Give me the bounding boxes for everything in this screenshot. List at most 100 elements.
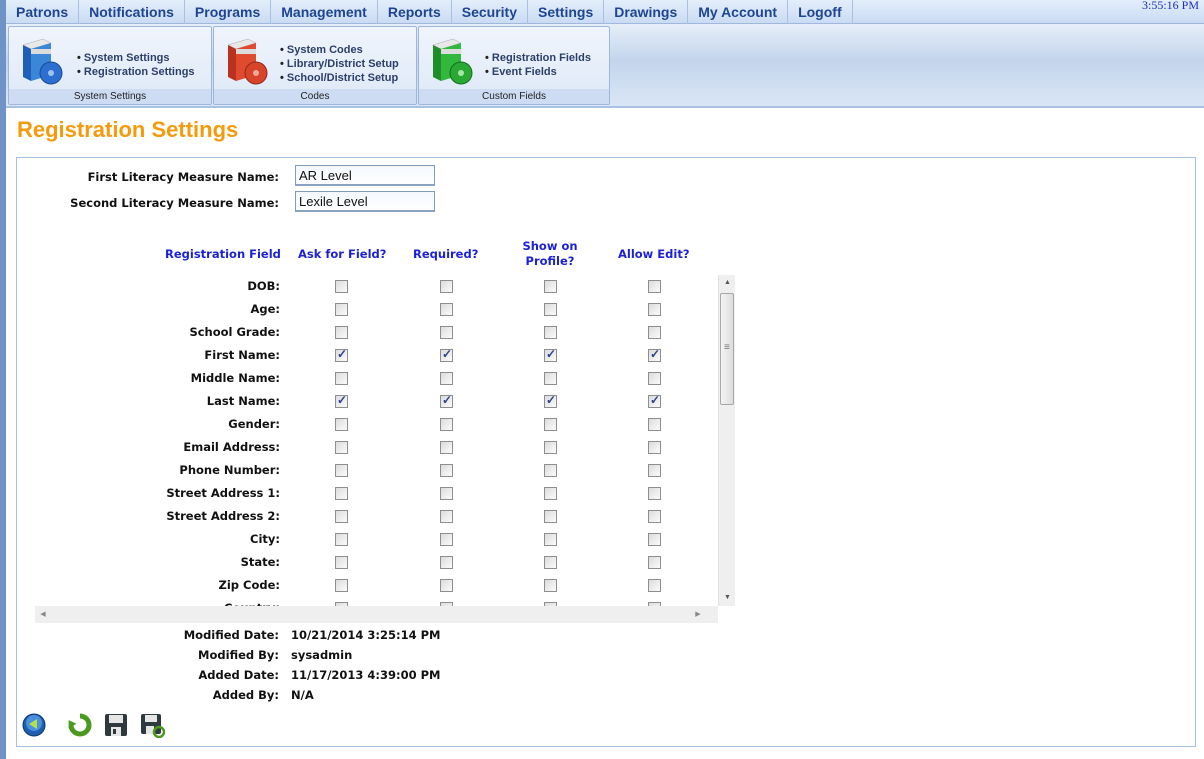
- nav-settings[interactable]: Settings: [528, 0, 605, 24]
- scroll-right-arrow-icon[interactable]: ▶: [690, 606, 706, 623]
- grid-vertical-scrollbar[interactable]: ▲ ▼: [718, 275, 735, 606]
- first-literacy-input[interactable]: [295, 165, 435, 186]
- ask-checkbox[interactable]: [335, 556, 348, 569]
- ask-checkbox[interactable]: [335, 418, 348, 431]
- nav-reports[interactable]: Reports: [378, 0, 452, 24]
- ribbon-link-library-district-setup[interactable]: Library/District Setup: [280, 57, 399, 71]
- ribbon-link-school-district-setup[interactable]: School/District Setup: [280, 71, 399, 85]
- grid-horizontal-scrollbar[interactable]: ◀ ▶: [35, 606, 718, 623]
- required-checkbox[interactable]: [440, 372, 453, 385]
- ribbon-link-event-fields[interactable]: Event Fields: [485, 65, 591, 79]
- scroll-left-arrow-icon[interactable]: ◀: [35, 606, 51, 623]
- profile-checkbox[interactable]: [544, 533, 557, 546]
- nav-security[interactable]: Security: [452, 0, 528, 24]
- required-checkbox[interactable]: [440, 464, 453, 477]
- nav-patrons[interactable]: Patrons: [6, 0, 80, 24]
- profile-checkbox[interactable]: [544, 347, 557, 362]
- required-checkbox[interactable]: [440, 510, 453, 523]
- ask-checkbox[interactable]: [335, 326, 348, 339]
- edit-checkbox[interactable]: [648, 372, 661, 385]
- required-checkbox[interactable]: [440, 487, 453, 500]
- back-button[interactable]: [21, 712, 47, 738]
- ask-checkbox[interactable]: [335, 487, 348, 500]
- ask-checkbox[interactable]: [335, 510, 348, 523]
- ask-checkbox[interactable]: [335, 347, 348, 362]
- refresh-icon: [68, 713, 92, 737]
- ribbon-link-registration-settings[interactable]: Registration Settings: [77, 65, 195, 79]
- ribbon-link-registration-fields[interactable]: Registration Fields: [485, 51, 591, 65]
- second-literacy-label: Second Literacy Measure Name:: [70, 196, 279, 210]
- required-checkbox[interactable]: [440, 303, 453, 316]
- ask-checkbox[interactable]: [335, 280, 348, 293]
- nav-notifications[interactable]: Notifications: [79, 0, 185, 24]
- ask-checkbox[interactable]: [335, 303, 348, 316]
- scroll-down-arrow-icon[interactable]: ▼: [719, 590, 736, 606]
- required-checkbox[interactable]: [440, 533, 453, 546]
- profile-checkbox[interactable]: [544, 372, 557, 385]
- edit-checkbox[interactable]: [648, 393, 661, 408]
- edit-checkbox[interactable]: [648, 556, 661, 569]
- edit-checkbox[interactable]: [648, 487, 661, 500]
- edit-checkbox[interactable]: [648, 347, 661, 362]
- profile-checkbox[interactable]: [544, 418, 557, 431]
- edit-checkbox[interactable]: [648, 303, 661, 316]
- profile-checkbox[interactable]: [544, 280, 557, 293]
- col-header-required: Required?: [413, 247, 479, 261]
- profile-checkbox[interactable]: [544, 393, 557, 408]
- table-row: Last Name:: [35, 390, 717, 413]
- nav-management[interactable]: Management: [271, 0, 378, 24]
- required-checkbox[interactable]: [440, 441, 453, 454]
- refresh-button[interactable]: [67, 712, 93, 738]
- col-header-show-on-profile: Show on Profile?: [522, 239, 578, 268]
- profile-checkbox[interactable]: [544, 464, 557, 477]
- settings-panel: First Literacy Measure Name: Second Lite…: [16, 157, 1196, 747]
- nav-my-account[interactable]: My Account: [688, 0, 789, 24]
- ask-checkbox[interactable]: [335, 393, 348, 408]
- nav-drawings[interactable]: Drawings: [604, 0, 689, 24]
- profile-checkbox[interactable]: [544, 556, 557, 569]
- edit-checkbox[interactable]: [648, 533, 661, 546]
- profile-checkbox[interactable]: [544, 441, 557, 454]
- required-checkbox[interactable]: [440, 579, 453, 592]
- ask-checkbox[interactable]: [335, 533, 348, 546]
- required-checkbox[interactable]: [440, 326, 453, 339]
- required-checkbox[interactable]: [440, 347, 453, 362]
- nav-programs[interactable]: Programs: [185, 0, 272, 24]
- nav-logoff[interactable]: Logoff: [788, 0, 853, 24]
- table-row: Gender:: [35, 413, 717, 436]
- save-button[interactable]: [103, 712, 129, 738]
- required-checkbox[interactable]: [440, 418, 453, 431]
- scroll-up-arrow-icon[interactable]: ▲: [719, 275, 736, 291]
- ask-checkbox[interactable]: [335, 464, 348, 477]
- edit-checkbox[interactable]: [648, 326, 661, 339]
- ask-checkbox[interactable]: [335, 579, 348, 592]
- ribbon-link-system-codes[interactable]: System Codes: [280, 43, 399, 57]
- first-literacy-label: First Literacy Measure Name:: [87, 170, 279, 184]
- second-literacy-input[interactable]: [295, 191, 435, 212]
- required-checkbox[interactable]: [440, 556, 453, 569]
- row-label: Gender:: [228, 417, 280, 431]
- edit-checkbox[interactable]: [648, 579, 661, 592]
- profile-checkbox[interactable]: [544, 510, 557, 523]
- profile-checkbox[interactable]: [544, 487, 557, 500]
- profile-checkbox[interactable]: [544, 303, 557, 316]
- edit-checkbox[interactable]: [648, 418, 661, 431]
- row-label: City:: [250, 532, 280, 546]
- required-checkbox[interactable]: [440, 280, 453, 293]
- required-checkbox[interactable]: [440, 393, 453, 408]
- ribbon-group-codes: System Codes Library/District Setup Scho…: [213, 26, 417, 105]
- ribbon-link-system-settings[interactable]: System Settings: [77, 51, 195, 65]
- table-row: Email Address:: [35, 436, 717, 459]
- save-and-refresh-button[interactable]: [139, 712, 165, 738]
- edit-checkbox[interactable]: [648, 464, 661, 477]
- ask-checkbox[interactable]: [335, 441, 348, 454]
- edit-checkbox[interactable]: [648, 280, 661, 293]
- profile-checkbox[interactable]: [544, 579, 557, 592]
- ask-checkbox[interactable]: [335, 372, 348, 385]
- edit-checkbox[interactable]: [648, 510, 661, 523]
- back-icon: [22, 713, 46, 737]
- scroll-thumb[interactable]: [720, 293, 734, 405]
- row-label: Email Address:: [183, 440, 280, 454]
- edit-checkbox[interactable]: [648, 441, 661, 454]
- profile-checkbox[interactable]: [544, 326, 557, 339]
